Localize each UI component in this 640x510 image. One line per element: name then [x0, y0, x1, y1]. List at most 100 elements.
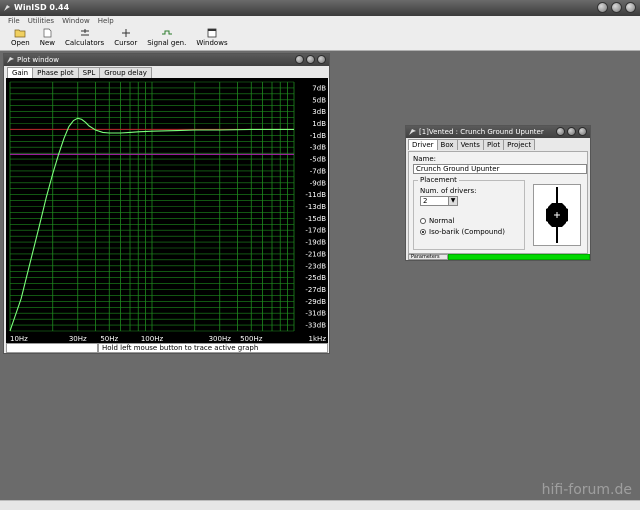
- radio-normal-label: Normal: [429, 217, 455, 225]
- project-window-title: [1]Vented : Crunch Ground Upunter: [419, 128, 544, 136]
- minimize-button[interactable]: [597, 2, 608, 13]
- y-tick-label: -19dB: [305, 239, 326, 247]
- window-controls: [597, 2, 636, 13]
- x-tick-label: 50Hz: [100, 335, 118, 343]
- calculator-icon: [80, 29, 89, 36]
- y-tick-label: -9dB: [310, 179, 326, 187]
- calculators-button[interactable]: Calculators: [60, 26, 109, 50]
- tab-phase-plot[interactable]: Phase plot: [32, 67, 79, 78]
- cursor-button[interactable]: Cursor: [109, 26, 142, 50]
- y-tick-label: -23dB: [305, 262, 326, 270]
- x-tick-label: 1kHz: [309, 335, 327, 343]
- tab-group-delay[interactable]: Group delay: [99, 67, 152, 78]
- y-tick-label: -7dB: [310, 167, 326, 175]
- driver-panel: Name: Crunch Ground Upunter Placement Nu…: [408, 151, 588, 254]
- maximize-button[interactable]: [611, 2, 622, 13]
- project-minimize-button[interactable]: [556, 127, 565, 136]
- watermark-logo: hifi-forum.de: [541, 482, 632, 498]
- y-tick-label: -27dB: [305, 286, 326, 294]
- close-button[interactable]: [625, 2, 636, 13]
- radio-isobarik-indicator[interactable]: [420, 229, 426, 235]
- x-tick-label: 100Hz: [141, 335, 164, 343]
- driver-name-field[interactable]: Crunch Ground Upunter: [413, 164, 587, 174]
- num-drivers-value: 2: [423, 197, 428, 205]
- plot-maximize-button[interactable]: [306, 55, 315, 64]
- y-tick-label: -1dB: [310, 132, 326, 140]
- radio-normal[interactable]: Normal: [420, 217, 454, 225]
- app-titlebar: WinISD 0.44: [0, 0, 640, 16]
- tab-gain[interactable]: Gain: [7, 67, 34, 78]
- plot-status-cell: [6, 343, 98, 353]
- app-icon: [4, 5, 10, 11]
- placement-legend: Placement: [418, 176, 459, 184]
- y-tick-label: 1dB: [312, 120, 326, 128]
- tab-project[interactable]: Project: [503, 139, 536, 150]
- menu-window[interactable]: Window: [58, 16, 94, 26]
- window-icon: [207, 28, 217, 38]
- open-button[interactable]: Open: [6, 26, 35, 50]
- gain-chart[interactable]: 7dB 5dB 3dB 1dB -1dB -3dB -5dB -7dB -9dB -11dB -13…: [6, 78, 328, 343]
- radio-isobarik[interactable]: Iso-barik (Compound): [420, 228, 505, 236]
- menubar: File Utilities Window Help: [0, 16, 640, 26]
- menu-help[interactable]: Help: [94, 16, 118, 26]
- plot-window-titlebar[interactable]: Plot window: [4, 54, 329, 66]
- x-tick-label: 30Hz: [69, 335, 87, 343]
- project-window-titlebar[interactable]: [1]Vented : Crunch Ground Upunter: [406, 126, 590, 138]
- plot-minimize-button[interactable]: [295, 55, 304, 64]
- y-tick-label: -33dB: [305, 322, 326, 330]
- parameters-progress-fill: [448, 254, 590, 260]
- gain-graph[interactable]: 7dB 5dB 3dB 1dB -1dB -3dB -5dB -7dB -9dB -11dB -13…: [6, 78, 328, 343]
- tab-spl[interactable]: SPL: [77, 67, 101, 78]
- plot-window-icon: [7, 57, 14, 63]
- tab-plot[interactable]: Plot: [482, 139, 505, 150]
- num-drivers-label: Num. of drivers:: [420, 187, 477, 195]
- project-close-button[interactable]: [578, 127, 587, 136]
- plot-window: Plot window Gain Phase plot SPL Group de…: [3, 53, 330, 354]
- app-statusbar: [0, 500, 640, 510]
- y-tick-label: -29dB: [305, 298, 326, 306]
- toolbar: Open New Calculators Cursor Signal gen. …: [0, 26, 640, 51]
- radio-normal-indicator[interactable]: [420, 218, 426, 224]
- y-tick-label: 5dB: [312, 96, 326, 104]
- isobarik-speaker-icon: [546, 187, 568, 243]
- y-tick-label: 7dB: [312, 84, 326, 92]
- parameters-progress: Parameters: [408, 254, 590, 260]
- new-button[interactable]: New: [35, 26, 60, 50]
- signal-icon: [161, 30, 172, 35]
- plot-window-title: Plot window: [17, 56, 59, 64]
- tab-driver[interactable]: Driver: [408, 139, 438, 150]
- signal-gen-button[interactable]: Signal gen.: [142, 26, 191, 50]
- app-title: WinISD 0.44: [14, 3, 70, 12]
- y-tick-label: 3dB: [312, 108, 326, 116]
- y-tick-label: -25dB: [305, 274, 326, 282]
- x-tick-label: 500Hz: [240, 335, 263, 343]
- plot-tabs: Gain Phase plot SPL Group delay: [4, 66, 329, 78]
- menu-file[interactable]: File: [4, 16, 24, 26]
- y-tick-label: -5dB: [310, 156, 326, 164]
- project-tabs: Driver Box Vents Plot Project: [406, 138, 590, 150]
- y-tick-label: -13dB: [305, 203, 326, 211]
- new-document-icon: [43, 28, 52, 38]
- parameters-label: Parameters: [408, 254, 448, 260]
- x-tick-label: 300Hz: [209, 335, 232, 343]
- chevron-down-icon[interactable]: ▼: [448, 197, 457, 205]
- y-tick-label: -11dB: [305, 191, 326, 199]
- project-maximize-button[interactable]: [567, 127, 576, 136]
- num-drivers-select[interactable]: 2 ▼: [420, 196, 458, 206]
- windows-button[interactable]: Windows: [191, 26, 232, 50]
- tab-vents[interactable]: Vents: [456, 139, 484, 150]
- menu-utilities[interactable]: Utilities: [24, 16, 58, 26]
- radio-isobarik-label: Iso-barik (Compound): [429, 228, 505, 236]
- tab-box[interactable]: Box: [436, 139, 458, 150]
- y-tick-label: -15dB: [305, 215, 326, 223]
- project-window-icon: [409, 129, 416, 135]
- placement-group: Placement Num. of drivers: 2 ▼ Normal Is…: [413, 176, 525, 250]
- folder-open-icon: [14, 29, 26, 38]
- x-tick-label: 10Hz: [10, 335, 28, 343]
- plot-close-button[interactable]: [317, 55, 326, 64]
- y-tick-label: -3dB: [310, 144, 326, 152]
- y-tick-label: -17dB: [305, 227, 326, 235]
- plot-status-hint: Hold left mouse button to trace active g…: [98, 343, 328, 353]
- isobarik-diagram: [533, 184, 581, 246]
- name-label: Name:: [413, 155, 437, 163]
